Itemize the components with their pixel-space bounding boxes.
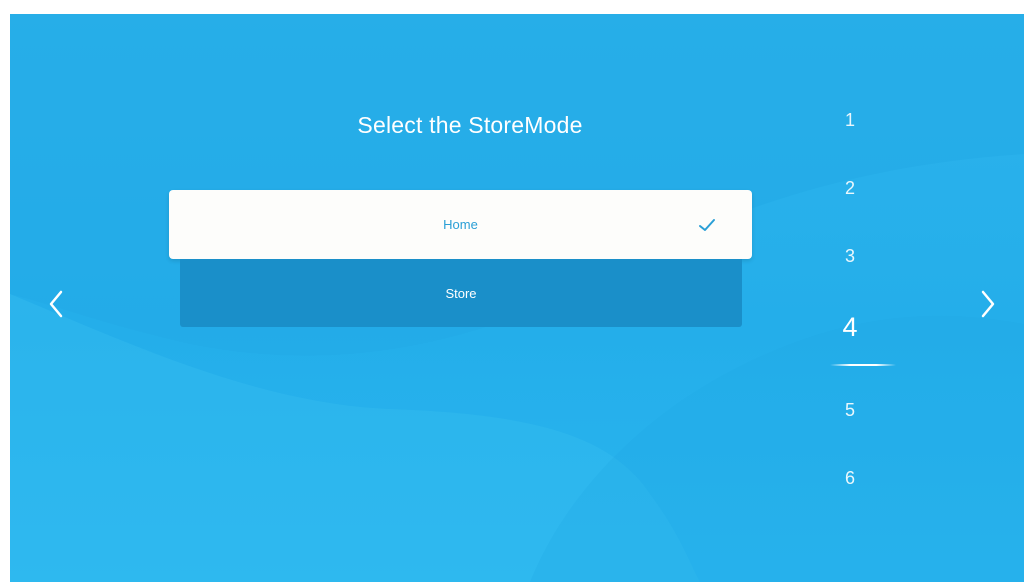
chevron-left-icon[interactable] bbox=[44, 284, 68, 324]
step-4-current: 4 bbox=[842, 312, 858, 342]
page-title: Select the StoreMode bbox=[357, 112, 583, 138]
storemode-options: Home Store bbox=[169, 190, 752, 327]
step-1: 1 bbox=[844, 110, 855, 130]
setup-screen: Select the StoreMode Home Store 1 2 3 4 … bbox=[10, 14, 1024, 582]
step-3: 3 bbox=[844, 246, 855, 266]
step-5: 5 bbox=[844, 400, 855, 420]
option-home-label: Home bbox=[443, 217, 478, 232]
option-home[interactable]: Home bbox=[169, 190, 752, 259]
step-2: 2 bbox=[844, 178, 855, 198]
current-step-underline bbox=[830, 364, 896, 366]
option-store[interactable]: Store bbox=[180, 259, 742, 327]
chevron-right-icon[interactable] bbox=[976, 284, 1000, 324]
check-icon bbox=[699, 218, 715, 231]
option-store-label: Store bbox=[445, 285, 477, 301]
step-6: 6 bbox=[844, 468, 855, 488]
